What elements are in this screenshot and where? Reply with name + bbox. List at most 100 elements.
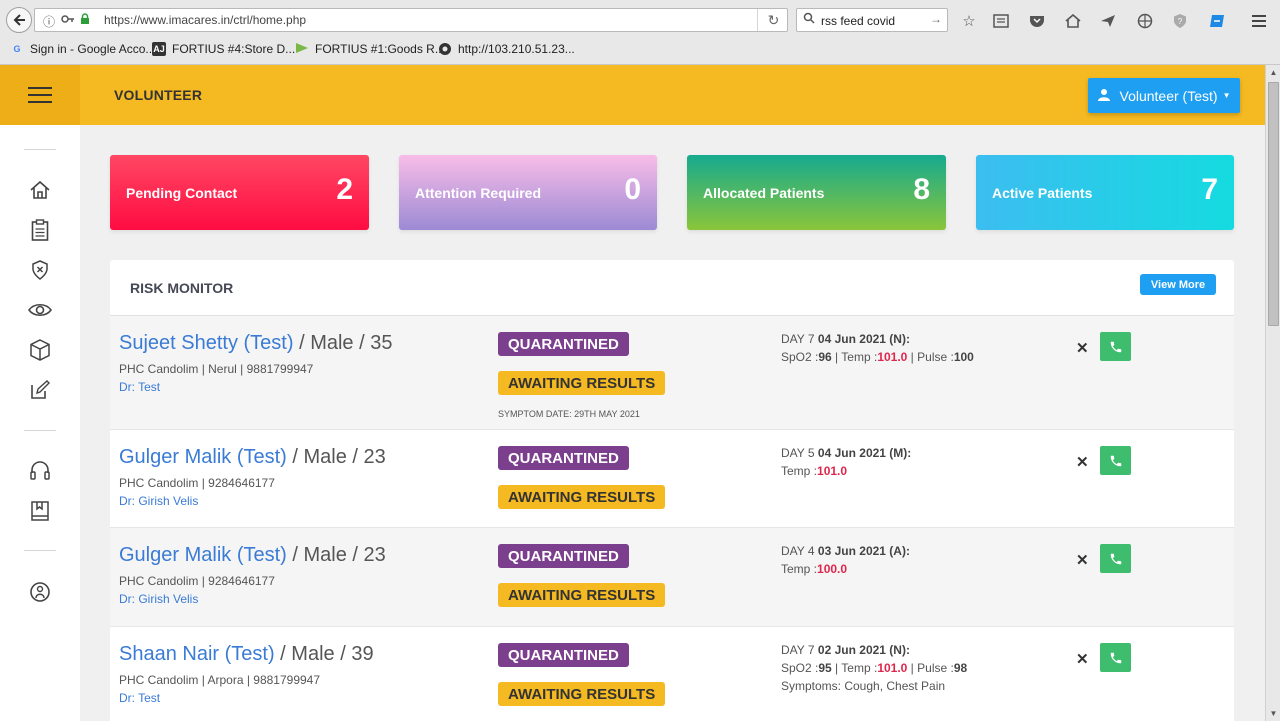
vital-value: 101.0 [877, 350, 908, 364]
risk-monitor-panel: RISK MONITOR View More Sujeet Shetty (Te… [110, 260, 1234, 721]
globe-icon[interactable] [1134, 10, 1156, 32]
hamburger-menu-icon[interactable] [0, 65, 80, 125]
bookmark-label: FORTIUS #1:Goods R... [315, 42, 445, 56]
reload-icon[interactable]: ↻ [757, 9, 789, 31]
bookmark-item[interactable]: FORTIUS #1:Goods R... [295, 42, 445, 56]
scroll-thumb[interactable] [1268, 82, 1279, 326]
dismiss-icon[interactable]: ✕ [1076, 453, 1089, 471]
patient-info: PHC Candolim | Arpora | 9881799947 [119, 673, 321, 687]
sidebar-home-icon[interactable] [28, 178, 52, 202]
patient-name-link[interactable]: Gulger Malik (Test) [119, 446, 287, 468]
day-date: 04 Jun 2021 (M): [817, 446, 912, 460]
search-bar[interactable]: rss feed covid → [796, 8, 948, 32]
bookmark-item[interactable]: http://103.210.51.23... [438, 42, 575, 56]
home-icon[interactable] [1062, 10, 1084, 32]
dismiss-icon[interactable]: ✕ [1076, 551, 1089, 569]
reading-list-icon[interactable] [990, 10, 1012, 32]
menu-icon[interactable] [1248, 10, 1270, 32]
day-date: 04 Jun 2021 (N): [817, 332, 910, 346]
sidebar-shield-x-icon[interactable] [28, 258, 52, 282]
phone-icon [1110, 341, 1121, 352]
card-value: 7 [1201, 173, 1218, 206]
bookmark-item[interactable]: G Sign in - Google Acco... [10, 42, 155, 56]
dismiss-icon[interactable]: ✕ [1076, 650, 1089, 668]
panel-title: RISK MONITOR [130, 280, 234, 296]
search-go-icon[interactable]: → [930, 12, 942, 26]
sidebar-lifebuoy-icon[interactable] [28, 580, 52, 604]
vital-label: Pulse : [917, 661, 954, 675]
dismiss-icon[interactable]: ✕ [1076, 339, 1089, 357]
sidebar-book-icon[interactable] [28, 499, 52, 523]
vital-label: SpO2 : [781, 661, 819, 675]
back-icon[interactable] [6, 7, 32, 33]
sidebar-box-icon[interactable] [28, 338, 52, 362]
vital-value: 95 [818, 661, 832, 675]
day-prefix: DAY 5 [781, 446, 818, 460]
info-icon[interactable]: ⓘ [43, 13, 55, 30]
url-bar[interactable]: ⓘ https://www.imacares.in/ctrl/home.php … [34, 8, 788, 32]
patient-row: Gulger Malik (Test) / Male / 23 PHC Cando… [110, 430, 1234, 528]
extension-icon[interactable] [1206, 10, 1228, 32]
browser-chrome: ⓘ https://www.imacares.in/ctrl/home.php … [0, 0, 1280, 65]
patient-demographics: / Male / 23 [286, 446, 386, 468]
user-menu-button[interactable]: Volunteer (Test) ▼ [1088, 78, 1240, 113]
phone-icon [1110, 455, 1121, 466]
bookmark-item[interactable]: AJ FORTIUS #4:Store D... [152, 42, 295, 56]
vital-label: Temp : [781, 464, 818, 478]
bookmark-label: Sign in - Google Acco... [30, 42, 156, 56]
day-date: 02 Jun 2021 (N): [817, 643, 910, 657]
sidebar-headset-icon[interactable] [28, 459, 52, 483]
sidebar-divider [24, 430, 56, 431]
app-header: VOLUNTEER Volunteer (Test) ▼ [0, 65, 1265, 125]
vital-value: 101.0 [817, 464, 848, 478]
fortius-icon: AJ [152, 42, 166, 56]
card-active-patients[interactable]: Active Patients 7 [976, 155, 1234, 230]
vital-separator: | [831, 350, 842, 364]
call-button[interactable] [1100, 332, 1131, 361]
page-title: VOLUNTEER [114, 87, 203, 103]
patient-name-line: Gulger Malik (Test) / Male / 23 [119, 446, 386, 469]
sidebar [0, 125, 80, 721]
card-label: Pending Contact [126, 185, 238, 201]
vital-label: Temp : [781, 562, 818, 576]
lock-icon[interactable] [80, 13, 90, 28]
patient-doctor[interactable]: Dr: Girish Velis [119, 494, 198, 508]
sidebar-edit-icon[interactable] [28, 378, 52, 402]
search-icon [803, 12, 815, 27]
send-icon[interactable] [1097, 10, 1119, 32]
patient-name-link[interactable]: Shaan Nair (Test) [119, 643, 275, 665]
bookmark-star-icon[interactable]: ☆ [958, 10, 980, 32]
sidebar-clipboard-icon[interactable] [28, 218, 52, 242]
patient-doctor[interactable]: Dr: Test [119, 380, 160, 394]
patient-name-line: Shaan Nair (Test) / Male / 39 [119, 643, 374, 666]
patient-doctor[interactable]: Dr: Test [119, 691, 160, 705]
call-button[interactable] [1100, 446, 1131, 475]
card-allocated-patients[interactable]: Allocated Patients 8 [687, 155, 946, 230]
card-label: Allocated Patients [703, 185, 825, 201]
scroll-up-icon[interactable]: ▲ [1266, 65, 1280, 80]
call-button[interactable] [1100, 643, 1131, 672]
view-more-button[interactable]: View More [1140, 274, 1216, 295]
scroll-down-icon[interactable]: ▼ [1266, 706, 1280, 721]
url-text[interactable]: https://www.imacares.in/ctrl/home.php [104, 13, 306, 27]
patient-name-link[interactable]: Sujeet Shetty (Test) [119, 332, 294, 354]
call-button[interactable] [1100, 544, 1131, 573]
vital-label: Temp : [841, 661, 878, 675]
key-icon[interactable] [61, 13, 75, 28]
scrollbar[interactable]: ▲ ▼ [1265, 65, 1280, 721]
card-label: Active Patients [992, 185, 1093, 201]
patient-doctor[interactable]: Dr: Girish Velis [119, 592, 198, 606]
github-icon [438, 42, 452, 56]
search-input[interactable]: rss feed covid [821, 14, 895, 28]
sidebar-divider [24, 550, 56, 551]
card-attention-required[interactable]: Attention Required 0 [399, 155, 657, 230]
panel-header: RISK MONITOR View More [110, 260, 1234, 316]
patient-demographics: / Male / 35 [293, 332, 393, 354]
status-badge-awaiting: AWAITING RESULTS [498, 485, 666, 509]
help-icon[interactable]: ? [1169, 10, 1191, 32]
leaf-icon [295, 42, 309, 56]
sidebar-eye-icon[interactable] [28, 298, 52, 322]
patient-name-link[interactable]: Gulger Malik (Test) [119, 544, 287, 566]
card-pending-contact[interactable]: Pending Contact 2 [110, 155, 369, 230]
pocket-icon[interactable] [1026, 10, 1048, 32]
